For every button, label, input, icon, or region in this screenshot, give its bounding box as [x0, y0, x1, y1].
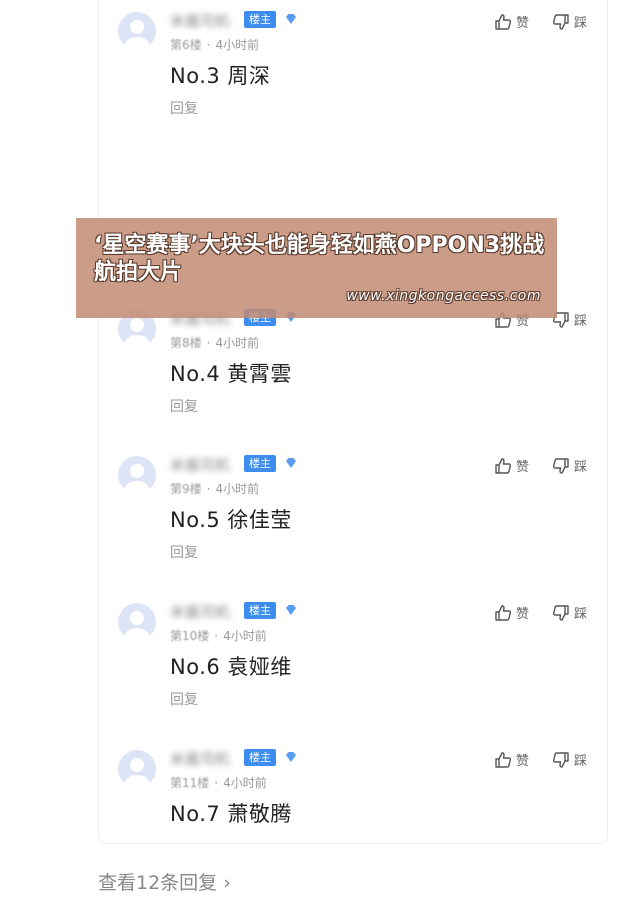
diamond-icon — [286, 605, 296, 615]
banner-url: www.xingkongaccess.com — [346, 288, 541, 304]
comment-meta: 第10楼 · 4小时前 — [170, 629, 267, 643]
owner-badge: 楼主 — [244, 602, 276, 619]
comment-item: 米酱司机 楼主 第9楼 · 4小时前 No.5 徐佳莹 回复 赞 踩 — [0, 454, 633, 576]
thumbs-down-icon — [552, 13, 569, 30]
thumbs-down-icon — [552, 604, 569, 621]
avatar[interactable] — [118, 456, 156, 494]
view-replies-link[interactable]: 查看12条回复 › — [98, 868, 231, 895]
thumbs-up-icon — [495, 13, 512, 30]
dislike-button[interactable]: 踩 — [552, 603, 587, 622]
comment-text: No.6 袁娅维 — [170, 655, 292, 679]
thumbs-down-icon — [552, 751, 569, 768]
avatar[interactable] — [118, 750, 156, 788]
diamond-icon — [286, 458, 296, 468]
dislike-button[interactable]: 踩 — [552, 310, 587, 329]
dislike-button[interactable]: 踩 — [552, 750, 587, 769]
banner-title: ‘星空赛事’大块头也能身轻如燕OPPON3挑战航拍大片 — [94, 233, 545, 285]
watermark-banner: ‘星空赛事’大块头也能身轻如燕OPPON3挑战航拍大片 www.xingkong… — [76, 218, 557, 318]
diamond-icon — [286, 14, 296, 24]
avatar[interactable] — [118, 603, 156, 641]
reply-button[interactable]: 回复 — [170, 98, 198, 118]
like-button[interactable]: 赞 — [494, 12, 529, 31]
username[interactable]: 米酱司机 — [170, 10, 230, 31]
diamond-icon — [286, 752, 296, 762]
comment-item: 米酱司机 楼主 第8楼·4小时前 No.4 黄霄雲 回复 赞 踩 — [0, 309, 633, 430]
dislike-button[interactable]: 踩 — [552, 12, 587, 31]
comment-item: 米酱司机 楼主 第11楼 · 4小时前 No.7 萧敬腾 赞 踩 — [0, 748, 633, 870]
username[interactable]: 米酱司机 — [170, 601, 230, 622]
thumbs-up-icon — [495, 751, 512, 768]
comment-item: 米酱司机 楼主 第6楼 · 4小时前 No.3 周深 回复 赞 踩 — [0, 10, 633, 132]
thumbs-up-icon — [495, 604, 512, 621]
username[interactable]: 米酱司机 — [170, 454, 230, 475]
owner-badge: 楼主 — [244, 11, 276, 28]
thumbs-up-icon — [495, 457, 512, 474]
thumbs-down-icon — [552, 457, 569, 474]
comment-text: No.3 周深 — [170, 64, 271, 88]
reply-button[interactable]: 回复 — [170, 542, 198, 562]
reply-button[interactable]: 回复 — [170, 689, 198, 709]
comment-meta: 第6楼 · 4小时前 — [170, 38, 260, 52]
comment-text: No.4 黄霄雲 — [170, 362, 292, 386]
dislike-button[interactable]: 踩 — [552, 456, 587, 475]
owner-badge: 楼主 — [244, 455, 276, 472]
comment-item: 米酱司机 楼主 第10楼 · 4小时前 No.6 袁娅维 回复 赞 踩 — [0, 601, 633, 723]
like-button[interactable]: 赞 — [494, 603, 529, 622]
owner-badge: 楼主 — [244, 749, 276, 766]
username[interactable]: 米酱司机 — [170, 748, 230, 769]
avatar[interactable] — [118, 12, 156, 50]
comment-text: No.7 萧敬腾 — [170, 802, 292, 826]
like-button[interactable]: 赞 — [494, 456, 529, 475]
reply-button[interactable]: 回复 — [170, 396, 198, 416]
comment-meta: 第8楼 · 4小时前 — [170, 336, 260, 350]
comment-text: No.5 徐佳莹 — [170, 508, 292, 532]
comment-meta: 第9楼 · 4小时前 — [170, 482, 260, 496]
like-button[interactable]: 赞 — [494, 750, 529, 769]
comment-meta: 第11楼 · 4小时前 — [170, 776, 267, 790]
